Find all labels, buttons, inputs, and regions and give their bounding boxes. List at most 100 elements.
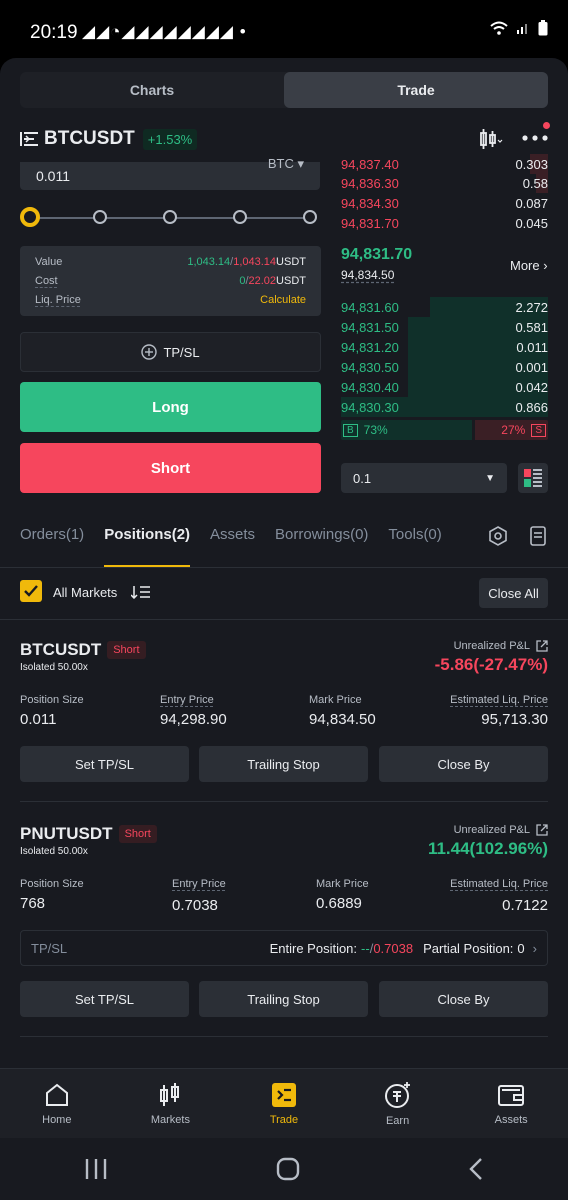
more-options-icon[interactable] <box>522 122 550 148</box>
ask-row[interactable]: 94,837.40 0.303 <box>341 154 548 174</box>
partial-position-label: Partial Position: <box>423 940 514 956</box>
orderbook-layout-button[interactable] <box>518 463 548 493</box>
position-divider <box>20 801 548 802</box>
settings-hexagon-icon[interactable] <box>488 526 508 546</box>
tab-charts[interactable]: Charts <box>20 72 284 108</box>
bid-row[interactable]: 94,830.50 0.001 <box>341 357 548 377</box>
close-by-button[interactable]: Close By <box>379 746 548 782</box>
close-all-button[interactable]: Close All <box>479 578 548 608</box>
slider-step-25[interactable] <box>93 210 107 224</box>
sell-ratio: 27% <box>501 423 526 437</box>
nav-earn[interactable]: Earn <box>341 1069 455 1138</box>
system-status-icons <box>490 20 548 36</box>
pair-change-badge: +1.53% <box>142 128 198 150</box>
buy-ratio: 73% <box>363 423 388 437</box>
slider-step-75[interactable] <box>233 210 247 224</box>
liq-price-label: Estimated Liq. Price <box>450 878 548 890</box>
position-symbol[interactable]: BTCUSDT <box>20 640 101 659</box>
position-tabs: Orders(1) Positions(2) Assets Borrowings… <box>20 524 548 568</box>
calculate-link[interactable]: Calculate <box>260 294 306 306</box>
margin-mode: Isolated 50.00x <box>20 846 88 857</box>
home-button-icon[interactable] <box>276 1157 300 1181</box>
position-size: 0.011 <box>20 711 57 728</box>
mark-price-value: 0.6889 <box>316 895 362 912</box>
all-markets-label[interactable]: All Markets <box>53 585 117 600</box>
nav-home[interactable]: Home <box>0 1069 114 1138</box>
value-amount: 1,043.14/1,043.14USDT <box>187 256 306 268</box>
wifi-icon <box>490 21 508 35</box>
cost-label: Cost <box>35 275 58 287</box>
quantity-unit-select[interactable]: BTC ▾ <box>268 156 304 172</box>
signal-icon <box>517 24 527 34</box>
back-icon[interactable] <box>468 1157 484 1181</box>
nav-trade[interactable]: Trade <box>227 1069 341 1138</box>
order-info-box: Value 1,043.14/1,043.14USDT Cost 0/22.02… <box>20 246 321 316</box>
chevron-right-icon: › <box>532 940 537 956</box>
mark-price: 94,834.50 <box>341 268 395 282</box>
ask-row[interactable]: 94,831.70 0.045 <box>341 213 548 233</box>
ask-row[interactable]: 94,834.30 0.087 <box>341 193 548 213</box>
tab-assets[interactable]: Assets <box>210 524 255 568</box>
sort-icon[interactable] <box>131 585 151 599</box>
share-icon[interactable] <box>536 824 548 836</box>
document-icon[interactable] <box>530 526 546 546</box>
bid-row[interactable]: 94,831.20 0.011 <box>341 337 548 357</box>
slider-step-50[interactable] <box>163 210 177 224</box>
checkmark-icon <box>24 585 38 597</box>
notification-icons: ◢◢◔◢◢◢◢◢◢◢◢ • <box>82 22 247 41</box>
liq-price-value: 95,713.30 <box>481 711 548 728</box>
tab-borrowings[interactable]: Borrowings(0) <box>275 524 368 568</box>
position-size: 768 <box>20 895 46 912</box>
position-size-label: Position Size <box>20 878 84 890</box>
nav-markets[interactable]: Markets <box>114 1069 228 1138</box>
position-divider <box>20 1036 548 1037</box>
nav-assets[interactable]: Assets <box>454 1069 568 1138</box>
precision-select[interactable]: 0.1 ▼ <box>341 463 507 493</box>
tab-orders[interactable]: Orders(1) <box>20 524 84 568</box>
slider-step-100[interactable] <box>303 210 317 224</box>
home-icon <box>45 1083 68 1106</box>
position-size-label: Position Size <box>20 694 84 706</box>
bid-row[interactable]: 94,831.50 0.581 <box>341 317 548 337</box>
close-by-button[interactable]: Close By <box>379 981 548 1017</box>
mark-price-label: Mark Price <box>309 694 362 706</box>
tpsl-summary-row[interactable]: TP/SL Entire Position: -- / 0.7038 Parti… <box>20 930 548 966</box>
pair-symbol[interactable]: BTCUSDT <box>44 128 135 150</box>
share-icon[interactable] <box>536 640 548 652</box>
trailing-stop-button[interactable]: Trailing Stop <box>199 981 368 1017</box>
entry-price: 94,298.90 <box>160 711 227 728</box>
position-symbol[interactable]: PNUTUSDT <box>20 824 113 843</box>
more-link[interactable]: More › <box>510 258 548 273</box>
bid-row[interactable]: 94,830.40 0.042 <box>341 377 548 397</box>
markets-candlestick-icon <box>160 1082 180 1106</box>
unrealized-pnl: -5.86(-27.47%) <box>434 655 548 674</box>
bid-row[interactable]: 94,830.30 0.866 <box>341 397 548 417</box>
buy-sell-ratio: B 73% 27% S <box>341 420 548 440</box>
side-badge: Short <box>118 825 157 843</box>
quantity-input[interactable]: 0.011 BTC ▾ <box>20 156 320 190</box>
tab-tools[interactable]: Tools(0) <box>388 524 441 568</box>
set-tpsl-button[interactable]: Set TP/SL <box>20 746 189 782</box>
ask-row[interactable]: 94,836.30 0.58 <box>341 173 548 193</box>
tpsl-button[interactable]: TP/SL <box>20 332 321 372</box>
recent-apps-icon[interactable] <box>84 1158 108 1180</box>
status-time: 20:19 <box>30 22 78 43</box>
short-button[interactable]: Short <box>20 443 321 493</box>
set-tpsl-button[interactable]: Set TP/SL <box>20 981 189 1017</box>
candlestick-chart-icon[interactable] <box>478 128 504 150</box>
trailing-stop-button[interactable]: Trailing Stop <box>199 746 368 782</box>
tab-positions[interactable]: Positions(2) <box>104 524 190 568</box>
last-price: 94,831.70 <box>341 246 413 263</box>
pnl-label: Unrealized P&L <box>453 824 530 836</box>
wallet-icon <box>498 1084 525 1106</box>
long-button[interactable]: Long <box>20 382 321 432</box>
earn-coin-icon <box>384 1081 410 1108</box>
sell-badge: S <box>531 423 546 437</box>
bid-row[interactable]: 94,831.60 2.272 <box>341 297 548 317</box>
all-markets-checkbox[interactable] <box>20 580 42 602</box>
slider-handle[interactable] <box>20 207 40 227</box>
buy-badge: B <box>343 423 358 437</box>
tab-trade[interactable]: Trade <box>284 72 548 108</box>
menu-drawer-icon[interactable] <box>20 131 38 147</box>
position-card: BTCUSDT Short Isolated 50.00x Unrealized … <box>20 640 548 800</box>
